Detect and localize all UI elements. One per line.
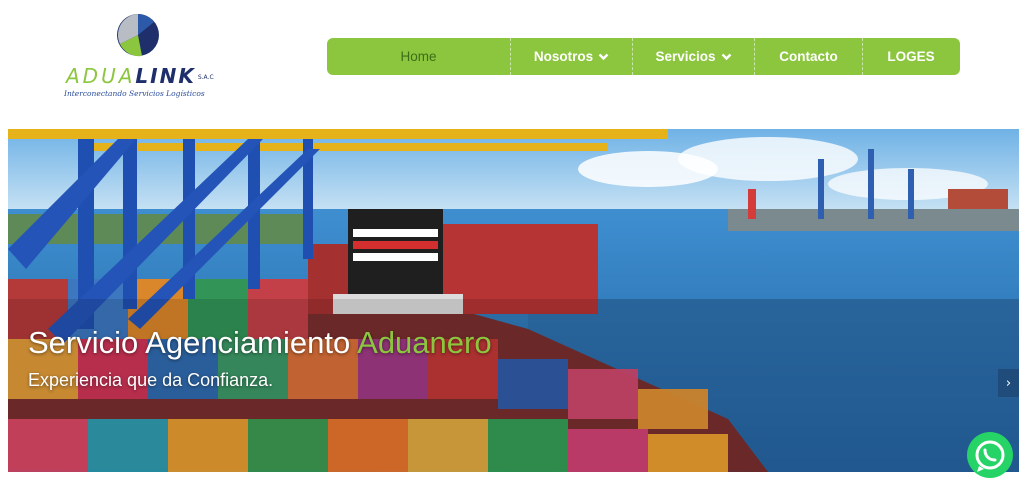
nav-item-servicios[interactable]: Servicios — [633, 38, 755, 75]
hero-title-accent: Aduanero — [357, 325, 492, 360]
main-nav: Home Nosotros Servicios Contacto LOGES — [327, 38, 960, 75]
hero-subtitle: Experiencia que da Confianza. — [28, 370, 274, 390]
hero-title: Servicio Agenciamiento Aduanero — [28, 325, 492, 361]
nav-item-contacto[interactable]: Contacto — [755, 38, 863, 75]
whatsapp-button[interactable] — [967, 432, 1013, 478]
logo-suffix: S.A.C — [197, 74, 214, 81]
logo-tagline: Interconectando Servicios Logísticos — [64, 89, 205, 98]
logo-part-link: LINK — [135, 64, 196, 88]
nav-item-loges[interactable]: LOGES — [863, 38, 959, 75]
chevron-right-icon: › — [1005, 375, 1012, 391]
nav-item-home[interactable]: Home — [327, 38, 511, 75]
chevron-down-icon — [721, 53, 731, 60]
logo-globe-icon — [117, 14, 159, 57]
whatsapp-icon — [975, 440, 1005, 472]
hero-background-image — [8, 129, 1019, 472]
logo-part-adua: ADUA — [66, 64, 136, 88]
hero-title-main: Servicio Agenciamiento — [28, 325, 351, 360]
hero-slider: Servicio Agenciamiento Aduanero Experien… — [8, 129, 1019, 472]
nav-item-label: Nosotros — [533, 49, 594, 64]
nav-item-label: LOGES — [887, 49, 935, 64]
chevron-down-icon — [598, 53, 609, 60]
slider-next-button[interactable]: › — [998, 369, 1019, 397]
site-logo[interactable]: ADUALINK S.A.C Interconectando Servicios … — [64, 12, 234, 104]
nav-item-label: Servicios — [655, 49, 716, 64]
nav-item-label: Home — [400, 49, 437, 64]
nav-item-label: Contacto — [779, 49, 838, 64]
nav-item-nosotros[interactable]: Nosotros — [511, 38, 633, 75]
logo-wordmark: ADUALINK S.A.C — [66, 64, 214, 88]
